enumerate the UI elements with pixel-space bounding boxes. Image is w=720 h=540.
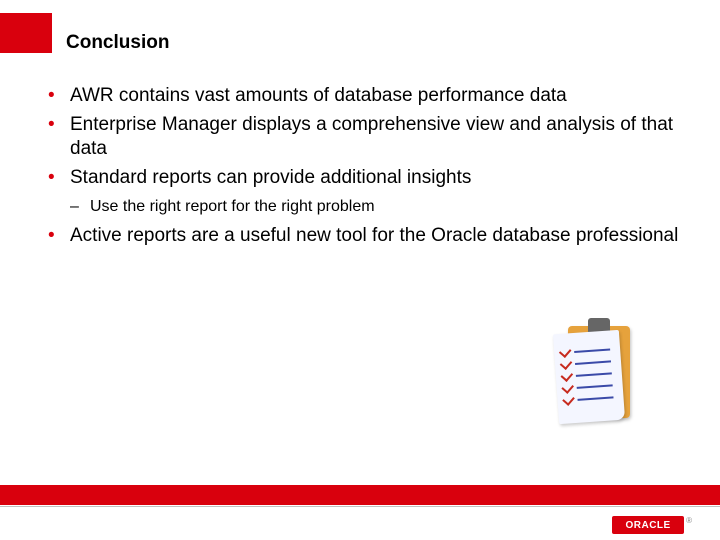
- bullet-item: Enterprise Manager displays a comprehens…: [48, 113, 680, 162]
- oracle-logo: ORACLE ®: [612, 516, 692, 534]
- bullet-item: Active reports are a useful new tool for…: [48, 224, 680, 249]
- footer-divider: [0, 506, 720, 507]
- sub-bullet-item: Use the right report for the right probl…: [70, 197, 680, 218]
- oracle-logo-mark: ORACLE: [612, 516, 684, 534]
- bullet-item: AWR contains vast amounts of database pe…: [48, 84, 680, 109]
- slide: Conclusion AWR contains vast amounts of …: [0, 0, 720, 540]
- accent-block: [0, 13, 52, 53]
- bullet-item: Standard reports can provide additional …: [48, 166, 680, 217]
- bullet-text: Active reports are a useful new tool for…: [70, 225, 678, 246]
- registered-mark: ®: [686, 516, 692, 525]
- clipboard-checklist-icon: [550, 320, 640, 430]
- footer-band: [0, 485, 720, 505]
- bullet-text: Standard reports can provide additional …: [70, 167, 471, 188]
- bullet-text: Enterprise Manager displays a comprehens…: [70, 114, 673, 160]
- bullet-text: AWR contains vast amounts of database pe…: [70, 85, 567, 106]
- sub-bullet-text: Use the right report for the right probl…: [90, 198, 375, 215]
- slide-title: Conclusion: [66, 32, 169, 54]
- slide-content: AWR contains vast amounts of database pe…: [48, 84, 680, 252]
